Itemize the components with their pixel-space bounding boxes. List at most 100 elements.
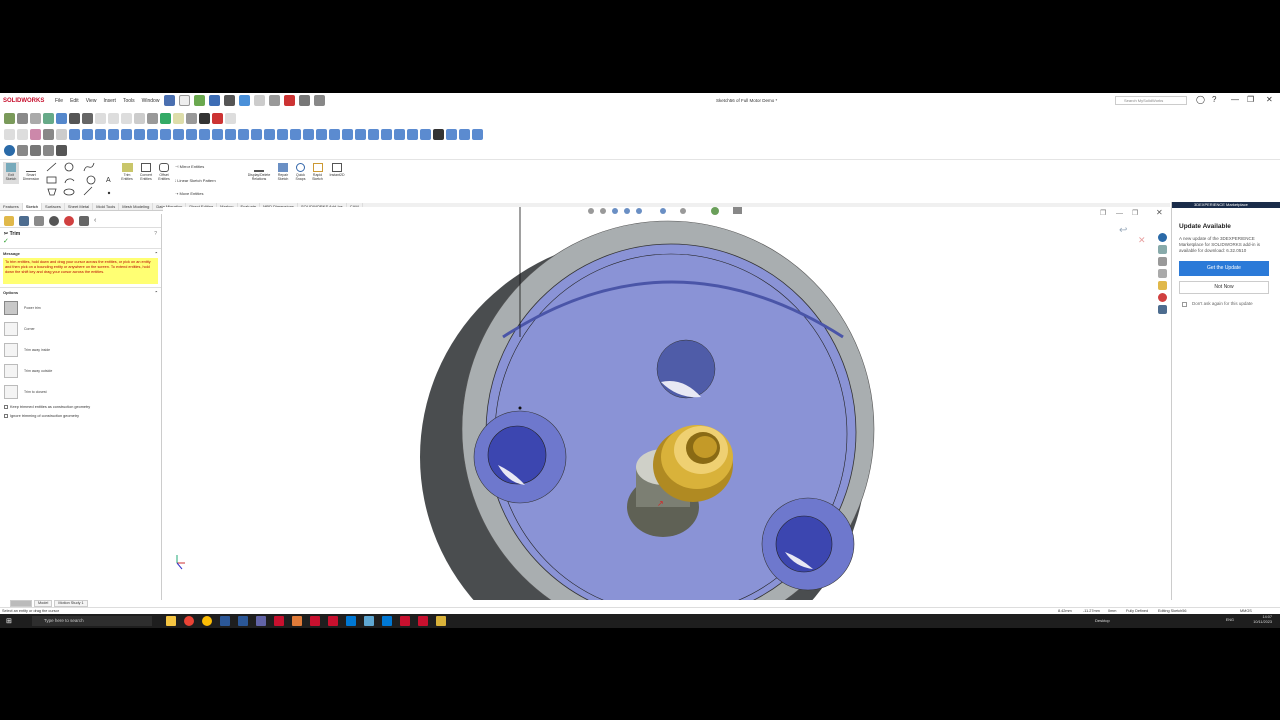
smart-dimension-button[interactable]: Smart Dimension xyxy=(22,162,40,181)
redo-icon[interactable] xyxy=(254,95,265,106)
tab-model[interactable]: Model xyxy=(34,600,53,607)
tool-icon[interactable] xyxy=(69,128,80,140)
tool-icon[interactable] xyxy=(4,128,15,140)
dont-ask-checkbox[interactable]: Don't ask again for this update xyxy=(1182,301,1280,307)
tab-sheet-metal[interactable]: Sheet Metal xyxy=(65,203,94,210)
model-view[interactable]: ↗ ❐ — ❐ ✕ ↩ ✕ xyxy=(163,207,1170,600)
word-icon[interactable] xyxy=(219,616,230,626)
tool-icon[interactable] xyxy=(82,112,93,124)
keep-trimmed-checkbox[interactable]: Keep trimmed entities as construction ge… xyxy=(0,402,161,411)
teams-icon[interactable] xyxy=(255,616,266,626)
tool-icon[interactable] xyxy=(30,128,41,140)
tool-icon[interactable] xyxy=(30,144,41,156)
minimize-icon[interactable]: — xyxy=(1231,95,1239,104)
options-section-header[interactable]: Options ⌃ xyxy=(0,287,161,297)
dimxpert-icon[interactable] xyxy=(49,215,59,226)
tool-icon[interactable] xyxy=(17,112,28,124)
sigma-icon[interactable] xyxy=(69,112,80,124)
tool-icon[interactable] xyxy=(394,128,405,140)
solidworks-icon[interactable] xyxy=(327,616,338,626)
tool-icon[interactable] xyxy=(290,128,301,140)
resources-icon[interactable] xyxy=(1158,257,1167,266)
tab-motion-study[interactable]: Motion Study 1 xyxy=(54,600,88,607)
offset-entities-button[interactable]: Offset Entities xyxy=(155,162,173,181)
tool-icon[interactable] xyxy=(17,128,28,140)
tool-icon[interactable] xyxy=(407,128,418,140)
option-trim-away-outside[interactable]: Trim away outside xyxy=(0,360,161,381)
design-library-icon[interactable] xyxy=(1158,269,1167,278)
option-trim-away-inside[interactable]: Trim away inside xyxy=(0,339,161,360)
collapse-icon[interactable]: ⌃ xyxy=(155,290,158,295)
move-entities-button[interactable]: ⇢ Move Entities xyxy=(175,191,203,196)
app-icon[interactable] xyxy=(435,616,446,626)
app-icon[interactable] xyxy=(363,616,374,626)
help-circle-icon[interactable]: ? xyxy=(154,231,157,237)
app-icon[interactable] xyxy=(345,616,356,626)
tool-icon[interactable] xyxy=(355,128,366,140)
tool-icon[interactable] xyxy=(225,128,236,140)
undo-icon[interactable] xyxy=(239,95,250,106)
tool-icon[interactable] xyxy=(173,128,184,140)
search-input[interactable]: Search MySolidWorks xyxy=(1115,96,1187,105)
print-icon[interactable] xyxy=(224,95,235,106)
select-icon[interactable] xyxy=(269,95,280,106)
system-tray[interactable]: ENG 14:07 10/11/2023 xyxy=(1226,615,1272,625)
not-now-button[interactable]: Not Now xyxy=(1179,281,1269,294)
taskbar-search[interactable]: Type here to search xyxy=(31,616,152,626)
check-icon[interactable] xyxy=(199,112,210,124)
viewport-minimize-icon[interactable]: — xyxy=(1116,210,1123,217)
outlook-icon[interactable] xyxy=(381,616,392,626)
app-icon[interactable] xyxy=(417,616,428,626)
tool-icon[interactable] xyxy=(147,112,158,124)
desktop-label[interactable]: Desktop xyxy=(1095,618,1110,623)
collapse-icon[interactable]: ⌃ xyxy=(155,251,158,256)
tool-icon[interactable] xyxy=(95,128,106,140)
file-explorer-icon[interactable] xyxy=(165,616,176,626)
exit-sketch-corner-icon[interactable]: ↩ xyxy=(1119,225,1127,236)
tool-icon[interactable] xyxy=(433,128,444,140)
tool-icon[interactable] xyxy=(147,128,158,140)
trim-entities-button[interactable]: Trim Entities xyxy=(118,162,136,181)
help-icon[interactable]: ? xyxy=(1212,95,1216,104)
exit-sketch-button[interactable]: Exit Sketch xyxy=(3,162,19,184)
home-icon[interactable] xyxy=(164,95,175,106)
quick-snaps-button[interactable]: Quick Snaps xyxy=(292,162,309,181)
select-icon[interactable] xyxy=(43,128,54,140)
tool-icon[interactable] xyxy=(108,112,119,124)
app-icon[interactable] xyxy=(237,616,248,626)
instant2d-button[interactable]: Instant2D xyxy=(326,162,348,177)
tool-icon[interactable] xyxy=(329,128,340,140)
tool-icon[interactable] xyxy=(446,128,457,140)
tab-scroll[interactable] xyxy=(10,600,32,607)
tab-sketch[interactable]: Sketch xyxy=(22,203,43,210)
cancel-corner-icon[interactable]: ✕ xyxy=(1138,235,1146,245)
repair-sketch-button[interactable]: Repair Sketch xyxy=(274,162,292,181)
status-units[interactable]: MMGS xyxy=(1240,609,1252,613)
option-corner[interactable]: Corner xyxy=(0,318,161,339)
tool-icon[interactable] xyxy=(264,128,275,140)
property-manager-icon[interactable] xyxy=(19,215,29,226)
menu-window[interactable]: Window xyxy=(142,98,160,104)
tool-icon[interactable] xyxy=(56,128,67,140)
tool-icon[interactable] xyxy=(238,128,249,140)
tool-icon[interactable] xyxy=(316,128,327,140)
menu-insert[interactable]: Insert xyxy=(103,98,116,104)
heads-up-view-toolbar[interactable] xyxy=(583,207,753,215)
menu-tools[interactable]: Tools xyxy=(123,98,135,104)
tool-icon[interactable] xyxy=(82,128,93,140)
tool-icon[interactable] xyxy=(303,128,314,140)
tool-icon[interactable] xyxy=(212,128,223,140)
chrome-icon[interactable] xyxy=(201,616,212,626)
ignore-trimming-checkbox[interactable]: Ignore trimming of construction geometry xyxy=(0,411,161,420)
tool-icon[interactable] xyxy=(186,128,197,140)
3dexperience-icon[interactable] xyxy=(1158,233,1167,242)
display-delete-relations-button[interactable]: Display/Delete Relations xyxy=(246,162,272,181)
menu-edit[interactable]: Edit xyxy=(70,98,79,104)
tool-icon[interactable] xyxy=(225,112,236,124)
chevron-left-icon[interactable]: ‹ xyxy=(94,217,96,224)
get-update-button[interactable]: Get the Update xyxy=(1179,261,1269,276)
file-explorer-icon[interactable] xyxy=(1158,281,1167,290)
close-icon[interactable]: ✕ xyxy=(1266,95,1273,104)
custom-properties-icon[interactable] xyxy=(1158,305,1167,314)
user-icon[interactable]: ◯ xyxy=(1196,95,1205,104)
